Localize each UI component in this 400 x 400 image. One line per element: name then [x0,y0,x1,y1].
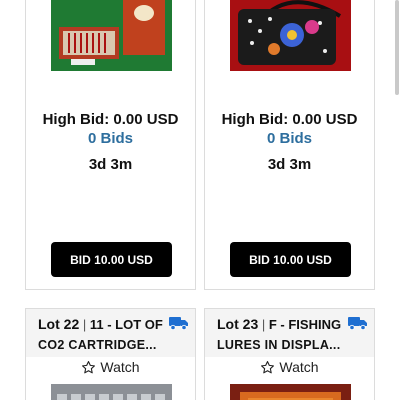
lot-card[interactable]: Lot 22 | 11 - LOT OF CO2 CARTRIDGE... Wa… [25,308,196,400]
lot-header[interactable]: Lot 22 | 11 - LOT OF CO2 CARTRIDGE... [26,309,195,357]
lot-number: Lot 22 [38,316,80,332]
lot-card[interactable]: High Bid: 0.00 USD 0 Bids 3d 3m BID 10.0… [204,0,375,290]
auction-grid: High Bid: 0.00 USD 0 Bids 3d 3m BID 10.0… [0,0,400,400]
watch-label: Watch [279,359,319,375]
lot-image[interactable] [51,384,172,400]
lot-title-line-2[interactable]: CO2 CARTRIDGE... [38,338,189,352]
lot-image[interactable] [51,0,172,71]
high-bid-text: High Bid: 0.00 USD [221,111,358,128]
star-outline-icon [261,360,275,373]
time-left: 3d 3m [88,156,133,173]
lot-image[interactable] [230,0,351,71]
fishing-lures-display-photo [230,384,351,400]
bids-count-link[interactable]: 0 Bids [26,130,195,148]
bid-info: High Bid: 0.00 USD 0 Bids 3d 3m [205,111,374,174]
lot-header[interactable]: Lot 23 | F - FISHING LURES IN DISPLA... [205,309,374,357]
lot-title-part-1: F - FISHING [268,317,342,332]
lot-separator: | [261,317,266,332]
lot-card[interactable]: Lot 23 | F - FISHING LURES IN DISPLA... … [204,308,375,400]
truck-icon [348,317,367,330]
lot-image[interactable] [230,384,351,400]
lot-title-line-2[interactable]: LURES IN DISPLA... [217,338,368,352]
ornaments-box-photo [51,0,172,71]
high-bid-text: High Bid: 0.00 USD [42,111,179,128]
star-outline-icon [82,360,96,373]
watch-button[interactable]: Watch [205,359,374,375]
lot-separator: | [82,317,87,332]
beaded-handbag-photo [230,0,351,71]
lot-title-line-1[interactable]: Lot 23 | F - FISHING [217,316,368,332]
scrollbar[interactable] [395,0,399,95]
co2-cartridges-photo [51,384,172,400]
lot-number: Lot 23 [217,316,259,332]
watch-button[interactable]: Watch [26,359,195,375]
lot-title-part-1: 11 - LOT OF [89,317,163,332]
lot-card[interactable]: High Bid: 0.00 USD 0 Bids 3d 3m BID 10.0… [25,0,196,290]
bid-button[interactable]: BID 10.00 USD [230,242,351,277]
time-left: 3d 3m [267,156,312,173]
bids-count-link[interactable]: 0 Bids [205,130,374,148]
bid-info: High Bid: 0.00 USD 0 Bids 3d 3m [26,111,195,174]
truck-icon [169,317,188,330]
bid-button[interactable]: BID 10.00 USD [51,242,172,277]
lot-title-line-1[interactable]: Lot 22 | 11 - LOT OF [38,316,189,332]
watch-label: Watch [100,359,140,375]
